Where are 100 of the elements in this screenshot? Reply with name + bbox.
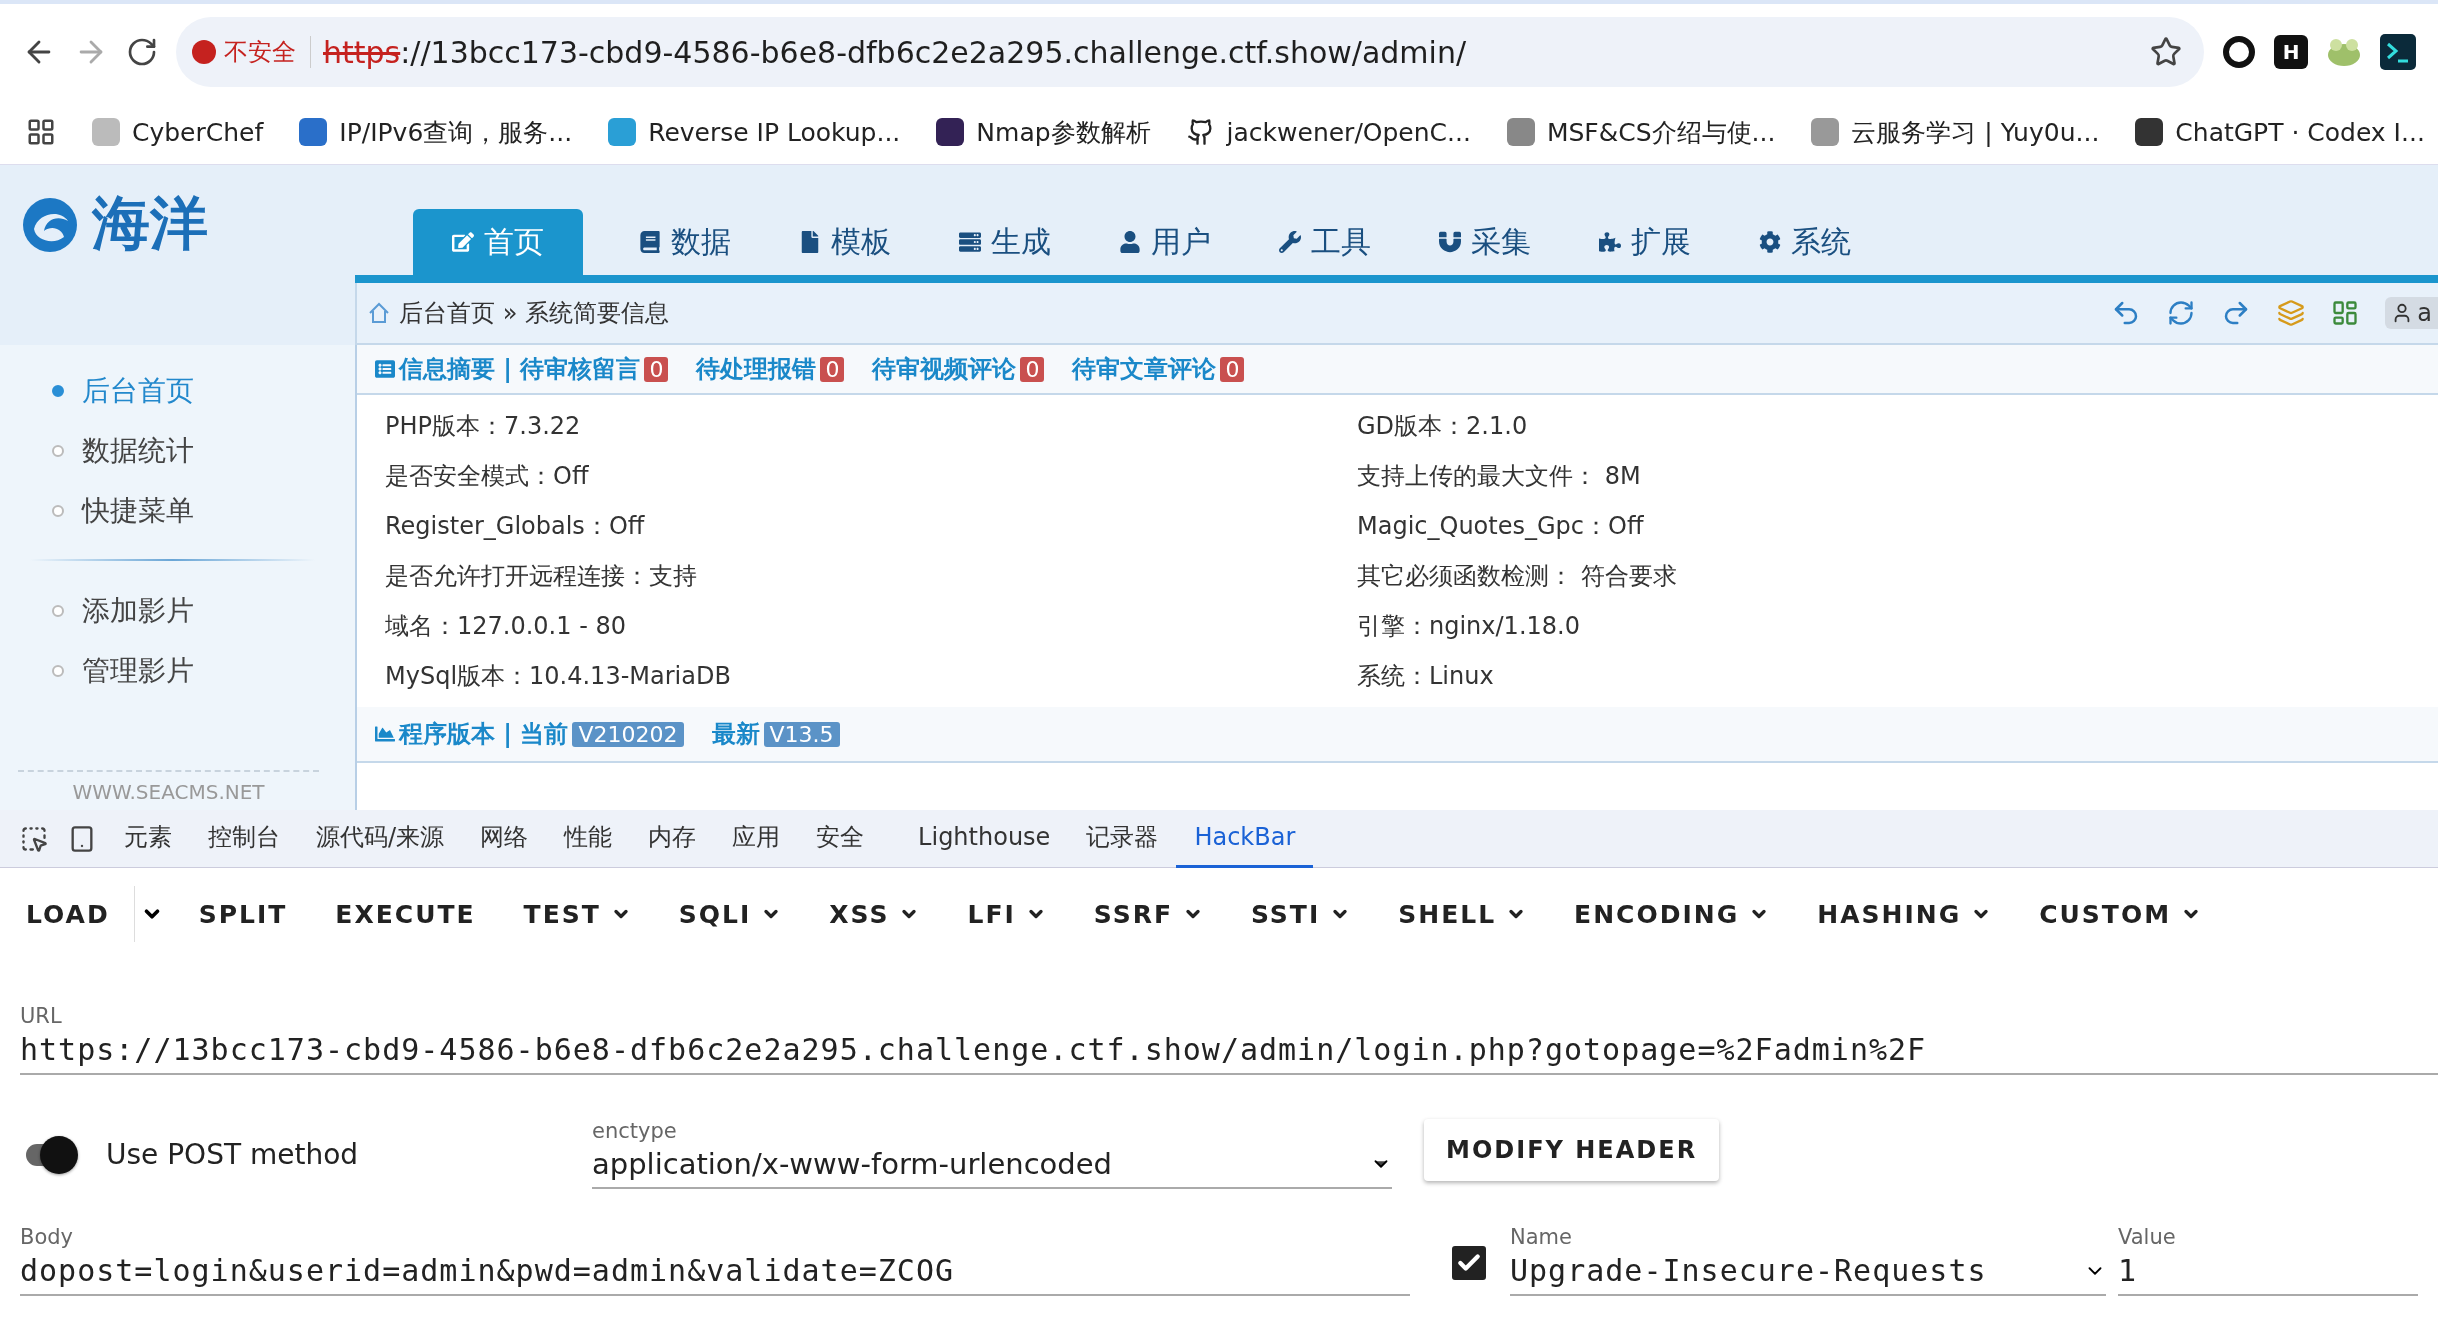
book-icon — [639, 231, 661, 253]
body-field[interactable]: Body dopost=login&userid=admin&pwd=admin&validate=ZCOG — [20, 1225, 1410, 1296]
security-label[interactable]: 不安全 — [192, 36, 311, 68]
sidebar-item[interactable]: 管理影片 — [0, 641, 355, 701]
menu-button[interactable]: SSRF — [1069, 886, 1227, 942]
modify-header-button[interactable]: MODIFY HEADER — [1424, 1119, 1720, 1181]
enctype-select[interactable]: enctype application/x-www-form-urlencoded — [592, 1119, 1392, 1189]
server-icon — [959, 231, 981, 253]
summary-link[interactable]: 信息摘要 | 待审核留言 0 — [375, 353, 669, 385]
info-text: MySql版本：10.4.13-MariaDB — [385, 661, 732, 692]
menu-button[interactable]: TEST — [499, 886, 655, 942]
devtools-tab[interactable]: 记录器 — [1068, 809, 1177, 868]
devtools-tab[interactable]: Lighthouse — [900, 809, 1069, 868]
version-label: 程序版本 | 当前 V210202 — [375, 718, 684, 750]
summary-link[interactable]: 待审视频评论 0 — [872, 353, 1045, 385]
sidebar-item[interactable]: 添加影片 — [0, 581, 355, 641]
info-text: Magic_Quotes_Gpc：Off — [1357, 511, 1645, 542]
favicon-icon — [1811, 118, 1840, 146]
file-icon — [799, 231, 821, 253]
devtools-tab[interactable]: 应用 — [714, 809, 799, 868]
bookmark[interactable]: CyberChef — [92, 117, 264, 147]
nav-tab[interactable]: 模板 — [765, 209, 925, 275]
info-text: 域名：127.0.0.1 - 80 — [385, 611, 627, 642]
devtools-tab[interactable]: 源代码/来源 — [298, 809, 463, 868]
footer-text: WWW.SEACMS.NET — [72, 780, 265, 804]
header-checkbox[interactable] — [1452, 1246, 1486, 1280]
dashboard-icon[interactable] — [2331, 299, 2360, 327]
devtools-tab[interactable]: 内存 — [630, 809, 715, 868]
sidebar-item[interactable]: 快捷菜单 — [0, 481, 355, 541]
toolbar-button[interactable]: SPLIT — [174, 886, 312, 942]
nav-tab[interactable]: 采集 — [1405, 209, 1565, 275]
breadcrumb: 后台首页 » 系统简要信息 — [399, 298, 669, 329]
menu-button[interactable]: SSTI — [1227, 886, 1375, 942]
info-text: 系统：Linux — [1357, 661, 1495, 692]
menu-button[interactable]: ENCODING — [1550, 886, 1794, 942]
sidebar-item[interactable]: 数据统计 — [0, 421, 355, 481]
post-toggle[interactable]: Use POST method — [20, 1138, 560, 1189]
terminal-icon[interactable] — [2380, 34, 2416, 70]
nav-tab[interactable]: 生成 — [925, 209, 1085, 275]
address-bar[interactable]: 不安全 https://13bcc173-cbd9-4586-b6e8-dfb6c2e2a295.challenge.ctf.show/admin/ — [176, 17, 2204, 87]
bookmark[interactable]: 云服务学习 | Yuy0u... — [1811, 115, 2100, 149]
bookmark[interactable]: MSF&CS介绍与使... — [1506, 115, 1776, 149]
devtools-tab[interactable]: 控制台 — [190, 809, 298, 868]
nav-tab[interactable]: 扩展 — [1565, 209, 1725, 275]
bookmark[interactable]: Nmap参数解析 — [936, 115, 1151, 149]
star-icon[interactable] — [2150, 36, 2182, 68]
header-value-field[interactable]: Value 1 — [2118, 1225, 2418, 1296]
menu-button[interactable]: XSS — [805, 886, 944, 942]
nav-tab[interactable]: 数据 — [605, 209, 765, 275]
bookmark[interactable]: jackwener/OpenC... — [1186, 117, 1471, 147]
menu-button[interactable]: CUSTOM — [2015, 886, 2225, 942]
info-text: Register_Globals：Off — [385, 511, 646, 542]
favicon-icon — [299, 118, 328, 146]
info-text: 引擎：nginx/1.18.0 — [1357, 611, 1581, 642]
menu-button[interactable]: LFI — [943, 886, 1070, 942]
page-url: https://13bcc173-cbd9-4586-b6e8-dfb6c2e2a295.challenge.ctf.show/admin/ — [323, 34, 1468, 70]
home-icon[interactable] — [367, 301, 391, 325]
refresh-icon[interactable] — [2167, 299, 2196, 327]
nav-tab[interactable]: 系统 — [1725, 209, 1885, 275]
info-text: PHP版本：7.3.22 — [385, 411, 582, 442]
bookmark[interactable]: IP/IPv6查询，服务... — [299, 115, 573, 149]
list-icon — [375, 359, 395, 379]
devtools-tab[interactable]: 元素 — [106, 809, 190, 868]
favicon-icon — [2135, 118, 2164, 146]
toolbar-button[interactable]: LOAD — [20, 886, 134, 942]
chart-icon — [375, 724, 395, 744]
magnet-icon — [1439, 231, 1461, 253]
user-icon — [1119, 231, 1141, 253]
toolbar-button[interactable]: EXECUTE — [311, 886, 500, 942]
menu-button[interactable]: HASHING — [1793, 886, 2016, 942]
site-logo-text: 海洋 — [90, 188, 209, 260]
user-badge[interactable]: a — [2385, 297, 2438, 329]
menu-button[interactable]: SHELL — [1374, 886, 1551, 942]
info-text: 其它必须函数检测： 符合要求 — [1357, 561, 1678, 592]
bookmark[interactable]: ChatGPT · Codex I... — [2135, 117, 2425, 147]
record-icon[interactable] — [2222, 35, 2256, 69]
devtools-tab[interactable]: 性能 — [546, 809, 631, 868]
sidebar-item[interactable]: 后台首页 — [0, 361, 355, 421]
url-field[interactable]: URL https://13bcc173-cbd9-4586-b6e8-dfb6c2e2a295.challenge.ctf.show/admin/login.php?gotopage=%2Fadmin%2F — [20, 1004, 2438, 1075]
devtools-tab[interactable]: 网络 — [462, 809, 547, 868]
devtools-tab[interactable]: 安全 — [798, 809, 883, 868]
edit-icon — [452, 231, 474, 253]
summary-link[interactable]: 待审文章评论 0 — [1072, 353, 1245, 385]
info-text: GD版本：2.1.0 — [1357, 411, 1529, 442]
favicon-icon — [92, 118, 120, 146]
summary-link[interactable]: 待处理报错 0 — [696, 353, 845, 385]
reload-icon[interactable] — [126, 36, 158, 68]
extension-icon[interactable]: H — [2274, 35, 2308, 69]
gear-icon — [1759, 231, 1781, 253]
nav-tab[interactable]: 工具 — [1245, 209, 1405, 275]
header-name-field[interactable]: Name Upgrade-Insecure-Requests — [1510, 1225, 2106, 1296]
info-text: 是否允许打开远程连接：支持 — [385, 561, 698, 592]
favicon-icon — [1506, 118, 1535, 146]
favicon-icon — [608, 118, 637, 146]
apps-icon[interactable] — [26, 117, 56, 147]
version-label: 最新 V13.5 — [711, 718, 840, 750]
bookmark[interactable]: Reverse IP Lookup... — [608, 117, 901, 147]
nav-tab[interactable]: 用户 — [1085, 209, 1245, 275]
wrench-icon — [1279, 231, 1301, 253]
menu-button[interactable]: SQLI — [654, 886, 806, 942]
